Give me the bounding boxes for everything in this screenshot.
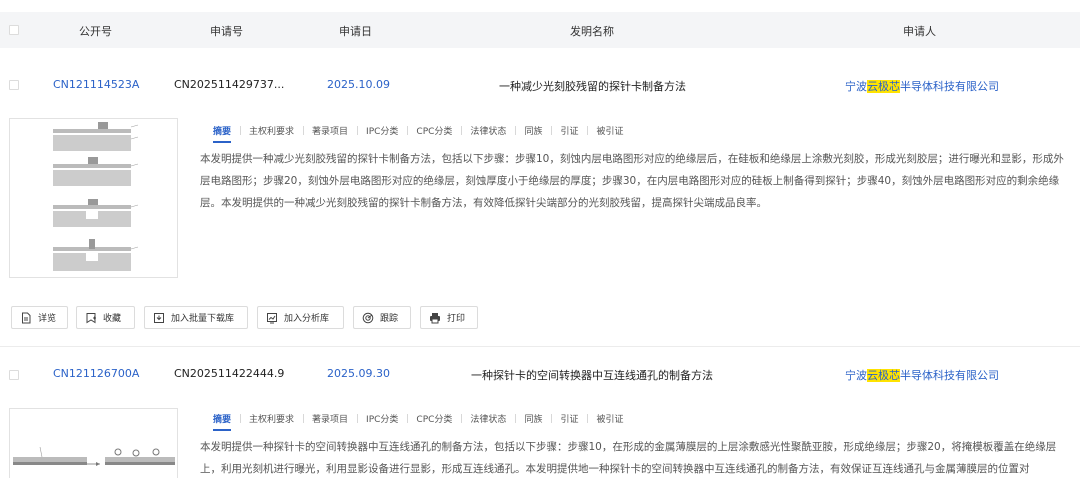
tab-main-claim[interactable]: 主权利要求 bbox=[240, 412, 303, 425]
record-tabs: 摘要 主权利要求 著录项目 IPC分类 CPC分类 法律状态 同族 引证 被引证 bbox=[213, 124, 632, 143]
tab-legal-status[interactable]: 法律状态 bbox=[461, 124, 515, 137]
tab-family[interactable]: 同族 bbox=[515, 124, 551, 137]
tab-citations[interactable]: 引证 bbox=[551, 124, 587, 137]
record-checkbox[interactable] bbox=[9, 80, 19, 90]
applicant-highlight: 云极芯 bbox=[867, 369, 900, 382]
patent-drawing-image bbox=[13, 446, 175, 466]
tab-main-claim[interactable]: 主权利要求 bbox=[240, 124, 303, 137]
record-checkbox[interactable] bbox=[9, 370, 19, 380]
printer-icon bbox=[429, 312, 441, 324]
abstract-text: 本发明提供一种减少光刻胶残留的探针卡制备方法，包括以下步骤：步骤10，刻蚀内层电… bbox=[200, 153, 1064, 209]
record-tabs: 摘要 主权利要求 著录项目 IPC分类 CPC分类 法律状态 同族 引证 被引证 bbox=[213, 412, 632, 431]
select-all-checkbox[interactable] bbox=[9, 25, 19, 35]
applicant-suffix: 半导体科技有限公司 bbox=[900, 369, 999, 382]
tab-cpc[interactable]: CPC分类 bbox=[407, 412, 461, 425]
download-icon bbox=[153, 312, 165, 324]
applicant-prefix: 宁波 bbox=[845, 80, 867, 93]
patent-drawing-thumbnail[interactable] bbox=[9, 118, 178, 278]
application-date: 2025.09.30 bbox=[327, 367, 390, 380]
applicant-prefix: 宁波 bbox=[845, 369, 867, 382]
application-date: 2025.10.09 bbox=[327, 78, 390, 91]
publication-number-link[interactable]: CN121114523A bbox=[53, 78, 139, 91]
track-button[interactable]: 跟踪 bbox=[353, 306, 411, 329]
add-analysis-button[interactable]: 加入分析库 bbox=[257, 306, 344, 329]
applicant-highlight: 云极芯 bbox=[867, 80, 900, 93]
patent-title-link[interactable]: 一种减少光刻胶残留的探针卡制备方法 bbox=[499, 78, 686, 94]
tab-cited-by[interactable]: 被引证 bbox=[587, 124, 632, 137]
tab-abstract[interactable]: 摘要 bbox=[213, 412, 240, 431]
tab-family[interactable]: 同族 bbox=[515, 412, 551, 425]
patent-drawing-thumbnail[interactable] bbox=[9, 408, 178, 478]
applicant-link[interactable]: 宁波云极芯半导体科技有限公司 bbox=[845, 367, 999, 383]
tab-abstract[interactable]: 摘要 bbox=[213, 124, 240, 143]
application-number: CN202511429737... bbox=[174, 78, 285, 91]
column-header-title[interactable]: 发明名称 bbox=[570, 23, 614, 39]
tab-citations[interactable]: 引证 bbox=[551, 412, 587, 425]
record-divider bbox=[0, 346, 1080, 347]
add-batch-download-button[interactable]: 加入批量下载库 bbox=[144, 306, 248, 329]
patent-title-link[interactable]: 一种探针卡的空间转换器中互连线通孔的制备方法 bbox=[471, 367, 713, 383]
publication-number-link[interactable]: CN121126700A bbox=[53, 367, 139, 380]
abstract-text: 本发明提供一种探针卡的空间转换器中互连线通孔的制备方法，包括以下步骤：步骤10，… bbox=[200, 441, 1057, 475]
record-action-bar: 详览 收藏 加入批量下载库 加入分析库 跟踪 打印 bbox=[0, 306, 1080, 330]
document-icon bbox=[20, 312, 32, 324]
tab-cited-by[interactable]: 被引证 bbox=[587, 412, 632, 425]
application-number: CN202511422444.9 bbox=[174, 367, 285, 380]
patent-drawing-image bbox=[53, 122, 139, 271]
print-button[interactable]: 打印 bbox=[420, 306, 478, 329]
radar-icon bbox=[362, 312, 374, 324]
print-label: 打印 bbox=[447, 314, 466, 324]
track-label: 跟踪 bbox=[380, 314, 399, 324]
detail-button[interactable]: 详览 bbox=[11, 306, 68, 329]
column-header-applicant[interactable]: 申请人 bbox=[903, 23, 936, 39]
tab-ipc[interactable]: IPC分类 bbox=[357, 124, 407, 137]
column-header-publication-no[interactable]: 公开号 bbox=[79, 23, 112, 39]
tab-ipc[interactable]: IPC分类 bbox=[357, 412, 407, 425]
bookmark-icon bbox=[85, 312, 97, 324]
tab-bibliographic[interactable]: 著录项目 bbox=[303, 412, 357, 425]
tab-bibliographic[interactable]: 著录项目 bbox=[303, 124, 357, 137]
column-header-application-date[interactable]: 申请日 bbox=[339, 23, 372, 39]
favorite-button[interactable]: 收藏 bbox=[76, 306, 135, 329]
applicant-link[interactable]: 宁波云极芯半导体科技有限公司 bbox=[845, 78, 999, 94]
favorite-label: 收藏 bbox=[103, 314, 122, 324]
add-analysis-label: 加入分析库 bbox=[284, 314, 330, 324]
chart-icon bbox=[266, 312, 278, 324]
add-batch-download-label: 加入批量下载库 bbox=[171, 314, 235, 324]
detail-label: 详览 bbox=[38, 314, 57, 324]
column-header-application-no[interactable]: 申请号 bbox=[210, 23, 243, 39]
results-table-header: 公开号 申请号 申请日 发明名称 申请人 bbox=[0, 12, 1080, 48]
tab-legal-status[interactable]: 法律状态 bbox=[461, 412, 515, 425]
applicant-suffix: 半导体科技有限公司 bbox=[900, 80, 999, 93]
tab-cpc[interactable]: CPC分类 bbox=[407, 124, 461, 137]
